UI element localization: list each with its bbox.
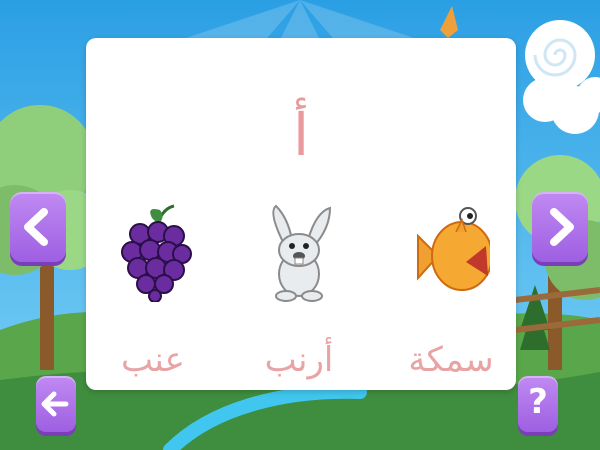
back-button[interactable] [36, 376, 76, 432]
word-fish: سمكة [408, 340, 494, 380]
word-grapes: عنب [121, 340, 185, 380]
arrow-left-icon [41, 391, 69, 417]
help-button[interactable]: ? [518, 376, 558, 432]
chevron-left-icon [24, 208, 48, 246]
word-rabbit: أرنب [264, 340, 334, 380]
rabbit-icon[interactable] [264, 204, 334, 302]
fish-icon[interactable] [416, 206, 490, 296]
chevron-right-icon [550, 208, 574, 246]
flashcard: أ عنب أرنب سمكة [86, 38, 516, 390]
help-label: ? [528, 382, 548, 422]
grapes-icon[interactable] [120, 204, 192, 302]
previous-button[interactable] [10, 192, 66, 262]
letter-title: أ [292, 101, 310, 169]
next-button[interactable] [532, 192, 588, 262]
